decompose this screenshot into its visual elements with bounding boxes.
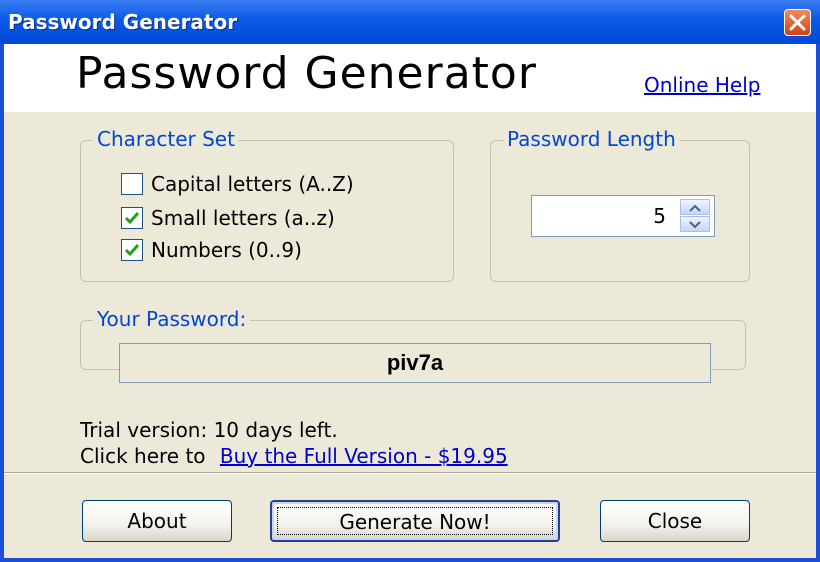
title-bar[interactable]: Password Generator	[0, 0, 820, 44]
spin-up-button[interactable]	[680, 199, 710, 215]
password-length-group: Password Length 5	[490, 127, 750, 282]
window-title: Password Generator	[8, 10, 238, 34]
password-output-field[interactable]: piv7a	[119, 343, 711, 383]
numbers-option[interactable]: Numbers (0..9)	[121, 237, 302, 263]
online-help-link[interactable]: Online Help	[644, 73, 760, 97]
spin-down-button[interactable]	[680, 216, 710, 232]
close-window-button[interactable]	[784, 9, 811, 36]
capital-letters-label: Capital letters (A..Z)	[151, 172, 354, 196]
password-length-legend: Password Length	[503, 127, 680, 151]
password-length-value[interactable]: 5	[653, 204, 666, 228]
app-title: Password Generator	[76, 48, 537, 99]
checkmark-icon	[124, 244, 140, 257]
buy-prefix-text: Click here to	[80, 444, 206, 468]
buy-line: Click here to Buy the Full Version - $19…	[80, 444, 508, 468]
checkmark-icon	[124, 212, 140, 225]
chevron-down-icon	[689, 221, 701, 229]
your-password-group: Your Password: piv7a	[80, 307, 746, 383]
your-password-legend: Your Password:	[93, 307, 251, 331]
header-banner: Password Generator Online Help	[4, 44, 816, 112]
close-icon	[789, 14, 806, 31]
focus-rectangle	[277, 507, 553, 535]
small-letters-label: Small letters (a..z)	[151, 206, 335, 230]
character-set-legend: Character Set	[93, 127, 239, 151]
numbers-checkbox[interactable]	[121, 239, 143, 261]
capital-letters-option[interactable]: Capital letters (A..Z)	[121, 171, 354, 197]
small-letters-option[interactable]: Small letters (a..z)	[121, 205, 335, 231]
about-button[interactable]: About	[82, 500, 232, 542]
chevron-up-icon	[689, 204, 701, 212]
character-set-group: Character Set Capital letters (A..Z) Sma…	[80, 127, 454, 282]
capital-letters-checkbox[interactable]	[121, 173, 143, 195]
password-length-spinner[interactable]: 5	[531, 195, 715, 237]
trial-status-text: Trial version: 10 days left.	[80, 418, 338, 442]
close-button[interactable]: Close	[600, 500, 750, 542]
generate-now-button[interactable]: Generate Now!	[270, 500, 560, 542]
buy-full-version-link[interactable]: Buy the Full Version - $19.95	[220, 444, 508, 468]
small-letters-checkbox[interactable]	[121, 207, 143, 229]
dialog-body: Character Set Capital letters (A..Z) Sma…	[4, 112, 816, 558]
app-window: Password Generator Password Generator On…	[0, 0, 820, 562]
numbers-label: Numbers (0..9)	[151, 238, 302, 262]
footer-divider	[4, 472, 816, 474]
